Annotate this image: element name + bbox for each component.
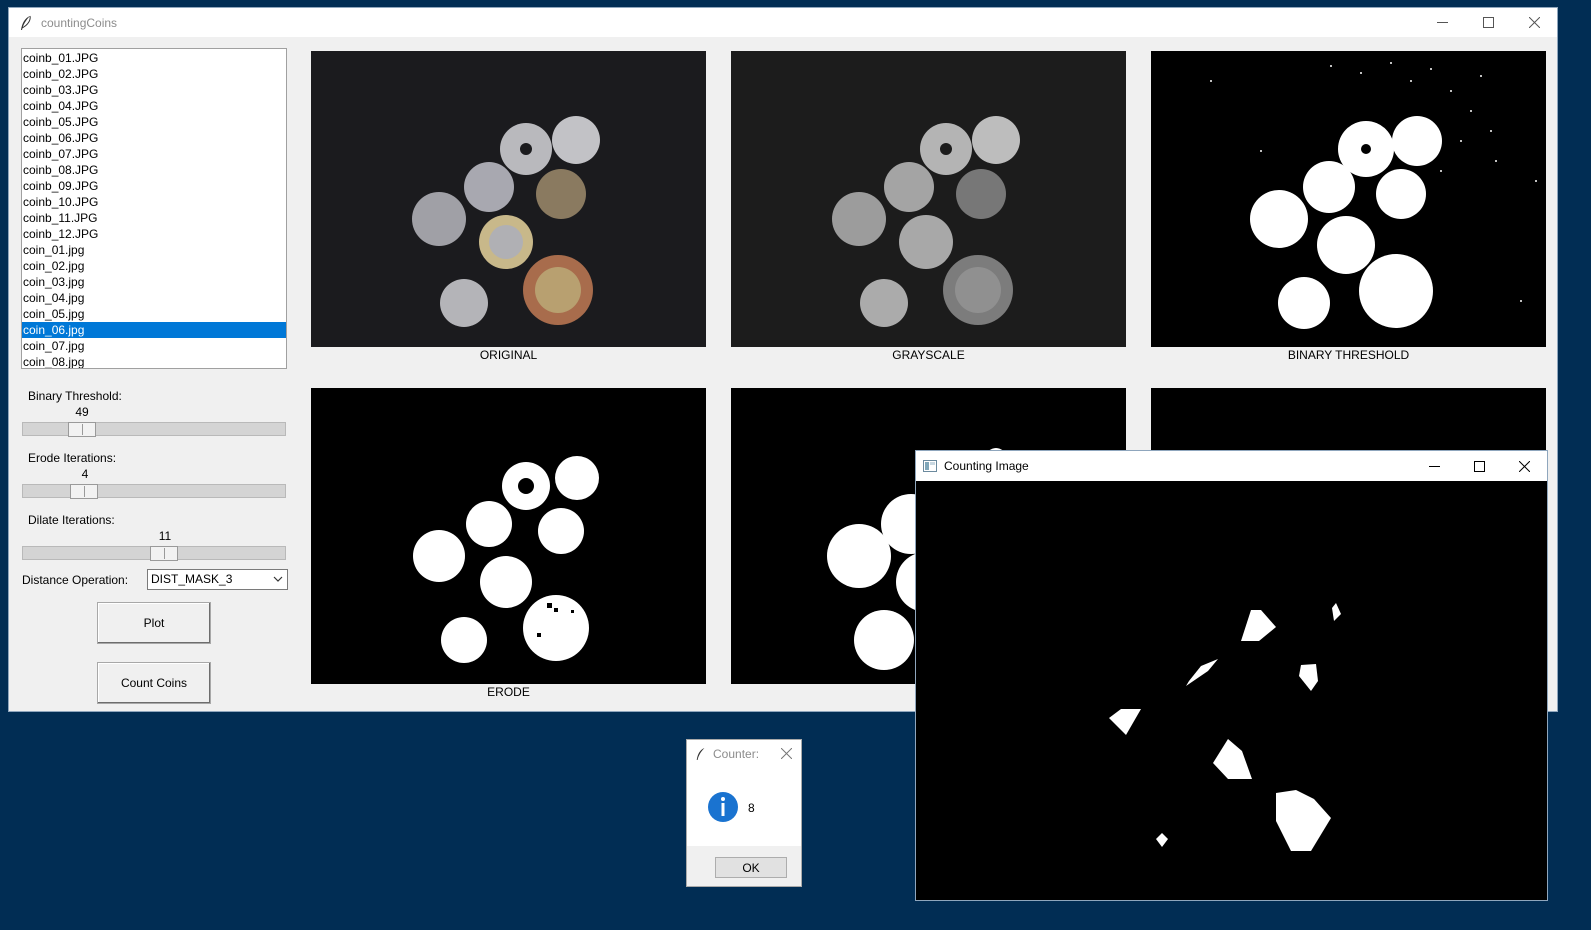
counting-image-titlebar[interactable]: Counting Image [916,451,1547,481]
file-list-item[interactable]: coinb_07.JPG [22,146,286,162]
counter-dialog-titlebar[interactable]: Counter: [687,740,801,768]
counting-maximize-button[interactable] [1456,451,1502,481]
original-caption: ORIGINAL [479,348,538,362]
file-list-item[interactable]: coinb_01.JPG [22,50,286,66]
erode-image [311,388,706,684]
file-list-item[interactable]: coin_04.jpg [22,290,286,306]
file-list-item[interactable]: coinb_09.JPG [22,178,286,194]
counting-minimize-button[interactable] [1411,451,1457,481]
file-listbox[interactable]: coinb_01.JPG coinb_02.JPG coinb_03.JPG coin… [21,48,287,369]
minimize-button[interactable] [1419,8,1465,37]
binary-threshold-slider[interactable] [22,422,286,437]
erode-iterations-label: Erode Iterations: [28,451,117,465]
feather-app-icon [21,15,31,30]
close-icon[interactable] [781,748,792,759]
binary-threshold-caption: BINARY THRESHOLD [1287,348,1410,362]
maximize-icon [1473,460,1485,472]
binary-threshold-value: 49 [75,405,89,419]
file-list-item[interactable]: coin_06.jpg [22,322,286,338]
file-list-item[interactable]: coinb_10.JPG [22,194,286,210]
feather-app-icon [696,748,705,760]
window-image-icon [923,460,937,472]
counting-image-window: Counting Image [915,450,1548,901]
file-list-item[interactable]: coinb_11.JPG [22,210,286,226]
distance-operation-value: DIST_MASK_3 [151,572,233,586]
close-icon [1518,460,1530,472]
ok-button[interactable]: OK [715,857,787,878]
original-coins-image [311,51,706,347]
binary-threshold-slider-thumb[interactable] [68,422,96,437]
erode-caption: ERODE [487,685,530,699]
grayscale-caption: GRAYSCALE [892,348,965,362]
file-list-item[interactable]: coin_05.jpg [22,306,286,322]
file-list-item[interactable]: coin_08.jpg [22,354,286,368]
binary-threshold-image-panel [1151,51,1546,347]
file-list-item[interactable]: coinb_12.JPG [22,226,286,242]
file-list-item[interactable]: coinb_08.JPG [22,162,286,178]
counting-close-button[interactable] [1501,451,1547,481]
file-list-item[interactable]: coinb_04.JPG [22,98,286,114]
distance-operation-label: Distance Operation: [22,573,129,587]
plot-button[interactable]: Plot [97,602,211,644]
file-list-item[interactable]: coin_07.jpg [22,338,286,354]
counting-image [916,481,1547,900]
minimize-icon [1428,465,1440,467]
close-icon [1528,17,1540,28]
counter-dialog: Counter: 8 OK [686,739,802,887]
info-icon [708,792,738,822]
file-list-item[interactable]: coin_01.jpg [22,242,286,258]
file-list-item[interactable]: coinb_05.JPG [22,114,286,130]
file-list-item[interactable]: coin_03.jpg [22,274,286,290]
erode-iterations-value: 4 [81,467,89,481]
binary-threshold-label: Binary Threshold: [28,389,122,403]
counter-message: 8 [748,801,755,815]
close-button[interactable] [1511,8,1557,37]
minimize-icon [1436,22,1448,23]
chevron-down-icon [273,576,283,582]
binary-threshold-image [1151,51,1546,347]
distance-operation-select[interactable]: DIST_MASK_3 [147,569,288,590]
file-list-item[interactable]: coinb_06.JPG [22,130,286,146]
count-coins-button[interactable]: Count Coins [97,662,211,704]
main-titlebar[interactable]: countingCoins [9,8,1557,37]
erode-iterations-slider-thumb[interactable] [70,484,98,499]
counter-dialog-title: Counter: [713,747,760,761]
dilate-iterations-slider[interactable] [22,546,286,561]
counting-image-title: Counting Image [944,459,1029,473]
file-list-item[interactable]: coinb_03.JPG [22,82,286,98]
grayscale-coins-image [731,51,1126,347]
erode-image-panel [311,388,706,684]
original-image-panel [311,51,706,347]
file-list-item[interactable]: coin_02.jpg [22,258,286,274]
main-window-title: countingCoins [41,15,118,30]
dilate-iterations-value: 11 [158,529,172,543]
erode-iterations-slider[interactable] [22,484,286,499]
file-list-item[interactable]: coinb_02.JPG [22,66,286,82]
maximize-button[interactable] [1465,8,1511,37]
dilate-iterations-slider-thumb[interactable] [150,546,178,561]
maximize-icon [1482,17,1494,28]
grayscale-image-panel [731,51,1126,347]
dilate-iterations-label: Dilate Iterations: [28,513,115,527]
